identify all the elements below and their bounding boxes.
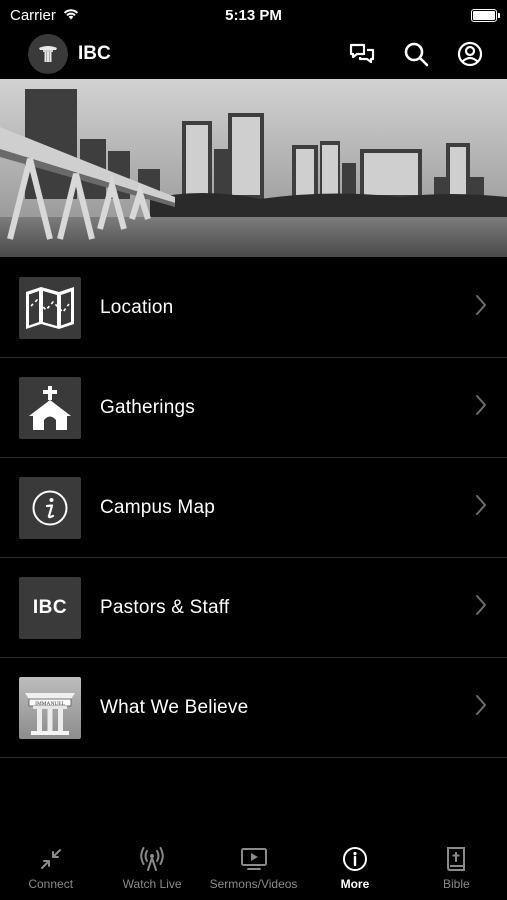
wifi-icon	[62, 7, 80, 24]
chevron-right-icon	[475, 594, 487, 621]
tab-label: Sermons/Videos	[209, 877, 298, 891]
connect-icon	[39, 846, 63, 872]
menu-item-gatherings[interactable]: Gatherings	[0, 358, 507, 458]
profile-icon[interactable]	[457, 41, 483, 67]
tab-label: More	[340, 877, 370, 891]
info-icon	[19, 476, 81, 539]
chat-icon[interactable]	[349, 42, 375, 66]
building-icon: IMMANUEL	[19, 676, 81, 739]
ibc-logo-text: IBC	[32, 596, 68, 618]
menu-item-location[interactable]: Location	[0, 258, 507, 358]
carrier-label: Carrier	[10, 6, 56, 24]
menu-item-pastors-staff[interactable]: IBC Pastors & Staff	[0, 558, 507, 658]
bible-icon	[445, 846, 467, 872]
tab-label: Bible	[442, 877, 470, 891]
tab-bar: Connect Watch Live Sermons/Videos More B…	[0, 842, 507, 900]
chevron-right-icon	[475, 294, 487, 321]
tab-label: Connect	[28, 877, 74, 891]
status-bar: Carrier 5:13 PM	[0, 0, 507, 30]
menu-item-label: Gatherings	[100, 396, 195, 418]
chevron-right-icon	[475, 394, 487, 421]
menu-item-what-we-believe[interactable]: IMMANUEL What We Believe	[0, 658, 507, 758]
church-pillar-logo[interactable]	[28, 34, 68, 74]
ibc-logo-tile: IBC	[19, 576, 81, 639]
chevron-right-icon	[475, 694, 487, 721]
menu-item-label: Location	[100, 296, 174, 318]
tab-label: Watch Live	[122, 877, 182, 891]
menu-item-label: Pastors & Staff	[100, 596, 230, 618]
tab-sermons-videos[interactable]: Sermons/Videos	[203, 842, 304, 900]
tab-more[interactable]: More	[304, 842, 405, 900]
app-title: IBC	[78, 43, 111, 64]
chevron-right-icon	[475, 494, 487, 521]
tab-bible[interactable]: Bible	[406, 842, 507, 900]
header-actions	[349, 41, 483, 67]
status-left: Carrier	[10, 7, 80, 24]
nav-bar: IBC	[0, 30, 507, 78]
search-icon[interactable]	[403, 41, 429, 67]
map-icon	[19, 276, 81, 339]
menu-item-label: What We Believe	[100, 696, 249, 718]
more-menu-list: Location Gatherings Campus Map IBC Pasto…	[0, 258, 507, 758]
menu-item-campus-map[interactable]: Campus Map	[0, 458, 507, 558]
tab-watch-live[interactable]: Watch Live	[101, 842, 202, 900]
tv-play-icon	[240, 846, 268, 872]
church-icon	[19, 376, 81, 439]
tab-connect[interactable]: Connect	[0, 842, 101, 900]
broadcast-icon	[139, 846, 165, 872]
city-skyline-bridge-photo	[0, 79, 507, 257]
menu-item-label: Campus Map	[100, 496, 215, 518]
immanuel-inscription: IMMANUEL	[35, 700, 65, 706]
info-circle-icon	[342, 846, 368, 872]
hero-banner	[0, 79, 507, 257]
battery-icon	[471, 8, 500, 22]
